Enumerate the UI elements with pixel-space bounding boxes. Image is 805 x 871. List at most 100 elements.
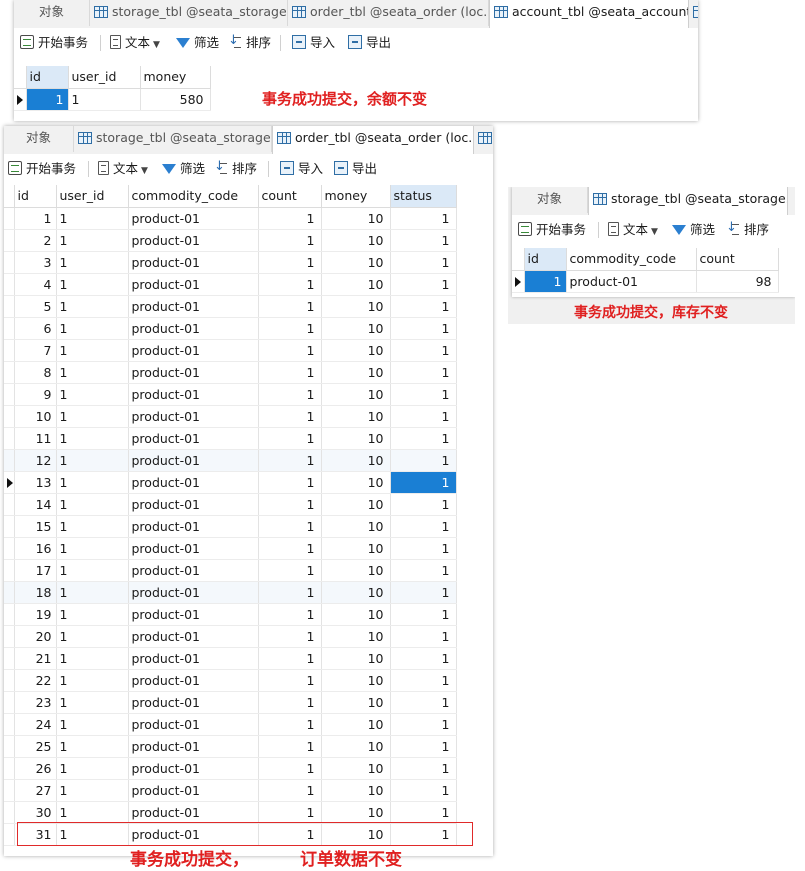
import-button[interactable]: 导入 bbox=[280, 160, 323, 178]
cell-user-id[interactable]: 1 bbox=[56, 669, 129, 692]
table-row[interactable]: 26 1 product-01 1 10 1 bbox=[4, 757, 457, 780]
cell-count[interactable]: 1 bbox=[258, 647, 322, 670]
cell-status[interactable]: 1 bbox=[390, 757, 457, 780]
cell-money[interactable]: 10 bbox=[321, 273, 391, 296]
cell-user-id[interactable]: 1 bbox=[56, 581, 129, 604]
cell-money[interactable]: 10 bbox=[321, 801, 391, 824]
cell-status[interactable]: 1 bbox=[390, 207, 457, 230]
cell-commodity-code[interactable]: product-01 bbox=[128, 757, 259, 780]
cell-id[interactable]: 9 bbox=[14, 383, 57, 406]
cell-commodity-code[interactable]: product-01 bbox=[128, 339, 259, 362]
cell-user-id[interactable]: 1 bbox=[56, 493, 129, 516]
begin-transaction-button[interactable]: 开始事务 bbox=[518, 221, 586, 239]
cell-money[interactable]: 10 bbox=[321, 669, 391, 692]
tab-storage-tbl[interactable]: storage_tbl @seata_storage... bbox=[90, 0, 288, 26]
tab-overflow[interactable] bbox=[788, 187, 795, 213]
tab-order-tbl[interactable]: order_tbl @seata_order (loc... bbox=[272, 126, 474, 154]
cell-id[interactable]: 1 bbox=[524, 270, 567, 293]
cell-money[interactable]: 10 bbox=[321, 713, 391, 736]
filter-button[interactable]: 筛选 bbox=[176, 34, 219, 52]
cell-id[interactable]: 23 bbox=[14, 691, 57, 714]
cell-count[interactable]: 1 bbox=[258, 537, 322, 560]
tab-storage-tbl[interactable]: storage_tbl @seata_storage... bbox=[588, 187, 788, 215]
column-header-user-id[interactable]: user_id bbox=[56, 185, 129, 208]
cell-money[interactable]: 10 bbox=[321, 493, 391, 516]
cell-id[interactable]: 27 bbox=[14, 779, 57, 802]
sort-button[interactable]: 排序 bbox=[726, 219, 769, 239]
cell-id[interactable]: 7 bbox=[14, 339, 57, 362]
cell-commodity-code[interactable]: product-01 bbox=[128, 273, 259, 296]
cell-commodity-code[interactable]: product-01 bbox=[128, 779, 259, 802]
cell-status[interactable]: 1 bbox=[390, 713, 457, 736]
column-header-id[interactable]: id bbox=[14, 185, 57, 208]
cell-count[interactable]: 1 bbox=[258, 207, 322, 230]
cell-status[interactable]: 1 bbox=[390, 603, 457, 626]
cell-id[interactable]: 1 bbox=[14, 207, 57, 230]
cell-id[interactable]: 22 bbox=[14, 669, 57, 692]
column-header-count[interactable]: count bbox=[258, 185, 322, 208]
cell-money[interactable]: 10 bbox=[321, 229, 391, 252]
cell-count[interactable]: 1 bbox=[258, 471, 322, 494]
cell-id[interactable]: 16 bbox=[14, 537, 57, 560]
tab-objects[interactable]: 对象 bbox=[4, 126, 74, 152]
cell-status[interactable]: 1 bbox=[390, 229, 457, 252]
column-header-money[interactable]: money bbox=[140, 66, 211, 89]
cell-user-id[interactable]: 1 bbox=[56, 383, 129, 406]
table-row[interactable]: 6 1 product-01 1 10 1 bbox=[4, 317, 457, 340]
cell-money[interactable]: 10 bbox=[321, 427, 391, 450]
cell-commodity-code[interactable]: product-01 bbox=[128, 735, 259, 758]
cell-status[interactable]: 1 bbox=[390, 251, 457, 274]
table-row[interactable]: 1 1 580 bbox=[14, 88, 211, 111]
cell-user-id[interactable]: 1 bbox=[56, 647, 129, 670]
cell-money[interactable]: 10 bbox=[321, 625, 391, 648]
cell-id[interactable]: 8 bbox=[14, 361, 57, 384]
table-row[interactable]: 14 1 product-01 1 10 1 bbox=[4, 493, 457, 516]
cell-id[interactable]: 26 bbox=[14, 757, 57, 780]
cell-user-id[interactable]: 1 bbox=[56, 713, 129, 736]
column-header-id[interactable]: id bbox=[26, 66, 69, 89]
cell-money[interactable]: 10 bbox=[321, 339, 391, 362]
table-row[interactable]: 16 1 product-01 1 10 1 bbox=[4, 537, 457, 560]
cell-commodity-code[interactable]: product-01 bbox=[128, 295, 259, 318]
cell-user-id[interactable]: 1 bbox=[56, 471, 129, 494]
table-row[interactable]: 9 1 product-01 1 10 1 bbox=[4, 383, 457, 406]
cell-money[interactable]: 580 bbox=[140, 88, 211, 111]
cell-commodity-code[interactable]: product-01 bbox=[128, 647, 259, 670]
table-row[interactable]: 24 1 product-01 1 10 1 bbox=[4, 713, 457, 736]
cell-user-id[interactable]: 1 bbox=[56, 273, 129, 296]
cell-money[interactable]: 10 bbox=[321, 647, 391, 670]
cell-count[interactable]: 1 bbox=[258, 405, 322, 428]
cell-count[interactable]: 98 bbox=[696, 270, 779, 293]
cell-id[interactable]: 13 bbox=[14, 471, 57, 494]
cell-count[interactable]: 1 bbox=[258, 713, 322, 736]
cell-commodity-code[interactable]: product-01 bbox=[128, 471, 259, 494]
cell-money[interactable]: 10 bbox=[321, 691, 391, 714]
cell-id[interactable]: 14 bbox=[14, 493, 57, 516]
cell-id[interactable]: 5 bbox=[14, 295, 57, 318]
cell-status[interactable]: 1 bbox=[390, 317, 457, 340]
cell-user-id[interactable]: 1 bbox=[56, 295, 129, 318]
cell-status[interactable]: 1 bbox=[390, 537, 457, 560]
cell-count[interactable]: 1 bbox=[258, 515, 322, 538]
table-row[interactable]: 17 1 product-01 1 10 1 bbox=[4, 559, 457, 582]
table-row[interactable]: 12 1 product-01 1 10 1 bbox=[4, 449, 457, 472]
cell-commodity-code[interactable]: product-01 bbox=[566, 270, 697, 293]
cell-status[interactable]: 1 bbox=[390, 405, 457, 428]
cell-status[interactable]: 1 bbox=[390, 779, 457, 802]
cell-status[interactable]: 1 bbox=[390, 581, 457, 604]
table-row[interactable]: 1 product-01 98 bbox=[512, 270, 779, 293]
table-row[interactable]: 15 1 product-01 1 10 1 bbox=[4, 515, 457, 538]
cell-commodity-code[interactable]: product-01 bbox=[128, 229, 259, 252]
cell-id[interactable]: 2 bbox=[14, 229, 57, 252]
cell-count[interactable]: 1 bbox=[258, 449, 322, 472]
table-row[interactable]: 10 1 product-01 1 10 1 bbox=[4, 405, 457, 428]
cell-money[interactable]: 10 bbox=[321, 559, 391, 582]
cell-money[interactable]: 10 bbox=[321, 581, 391, 604]
cell-money[interactable]: 10 bbox=[321, 757, 391, 780]
sort-button[interactable]: 排序 bbox=[214, 158, 257, 178]
cell-commodity-code[interactable]: product-01 bbox=[128, 669, 259, 692]
cell-status[interactable]: 1 bbox=[390, 559, 457, 582]
cell-money[interactable]: 10 bbox=[321, 383, 391, 406]
cell-commodity-code[interactable]: product-01 bbox=[128, 251, 259, 274]
cell-user-id[interactable]: 1 bbox=[68, 88, 141, 111]
